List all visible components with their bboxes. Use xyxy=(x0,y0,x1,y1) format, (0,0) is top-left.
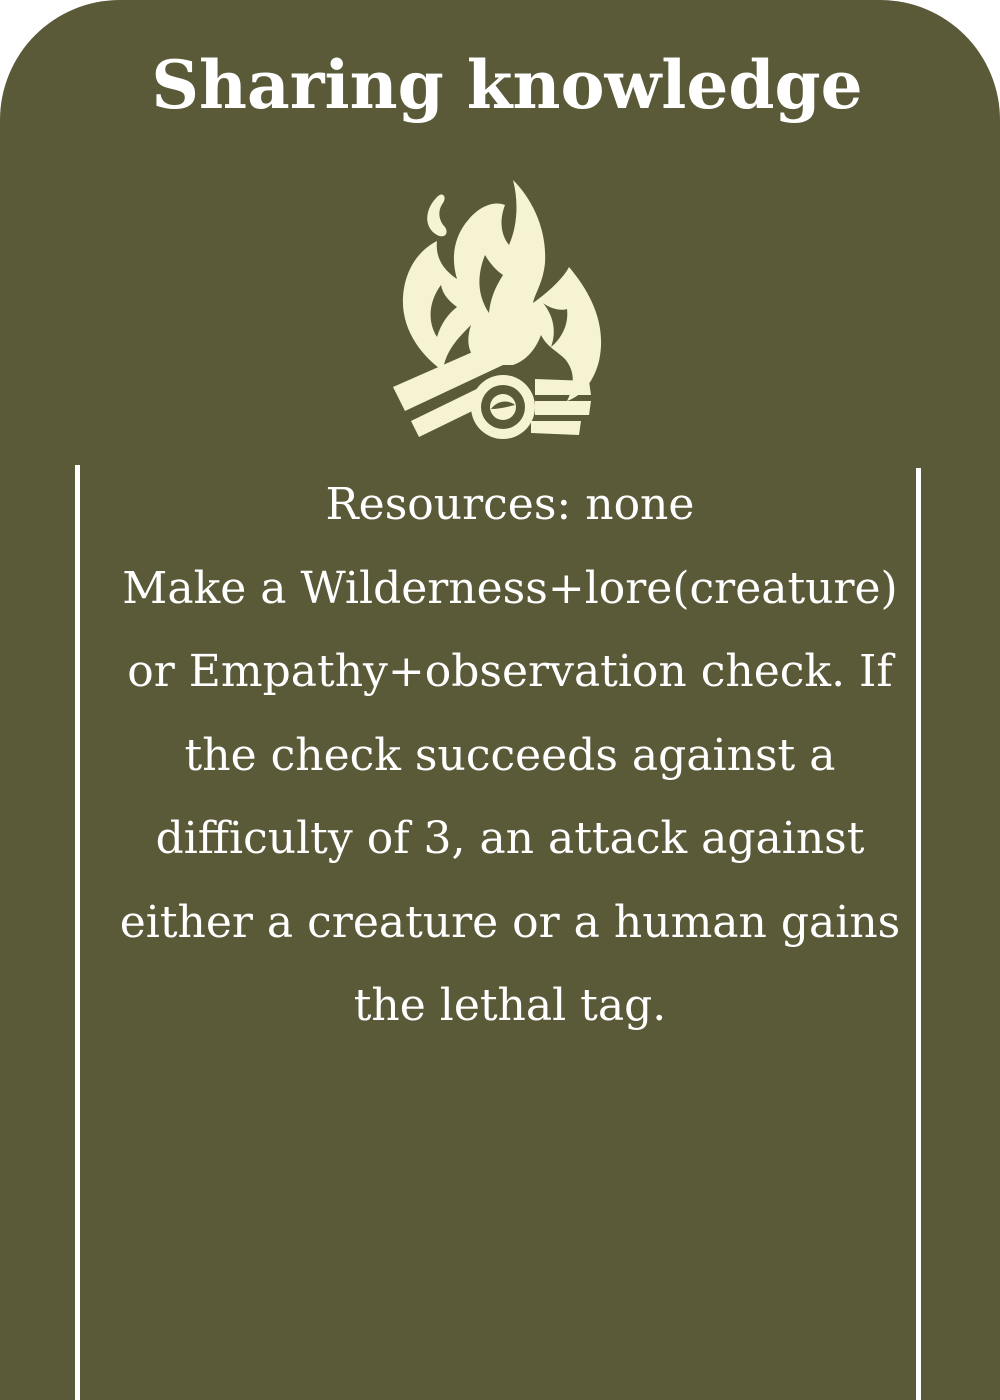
card-description: Make a Wilderness+lore(creature) or Empa… xyxy=(119,562,901,1032)
left-divider xyxy=(75,465,80,1400)
card: Sharing knowledge Resources: none Make a… xyxy=(0,0,1000,1400)
card-body: Resources: none Make a Wilderness+lore(c… xyxy=(110,463,910,1048)
campfire-icon xyxy=(393,180,602,439)
right-divider xyxy=(916,468,921,1400)
card-title: Sharing knowledge xyxy=(151,46,863,124)
resources-line: Resources: none xyxy=(325,479,695,530)
